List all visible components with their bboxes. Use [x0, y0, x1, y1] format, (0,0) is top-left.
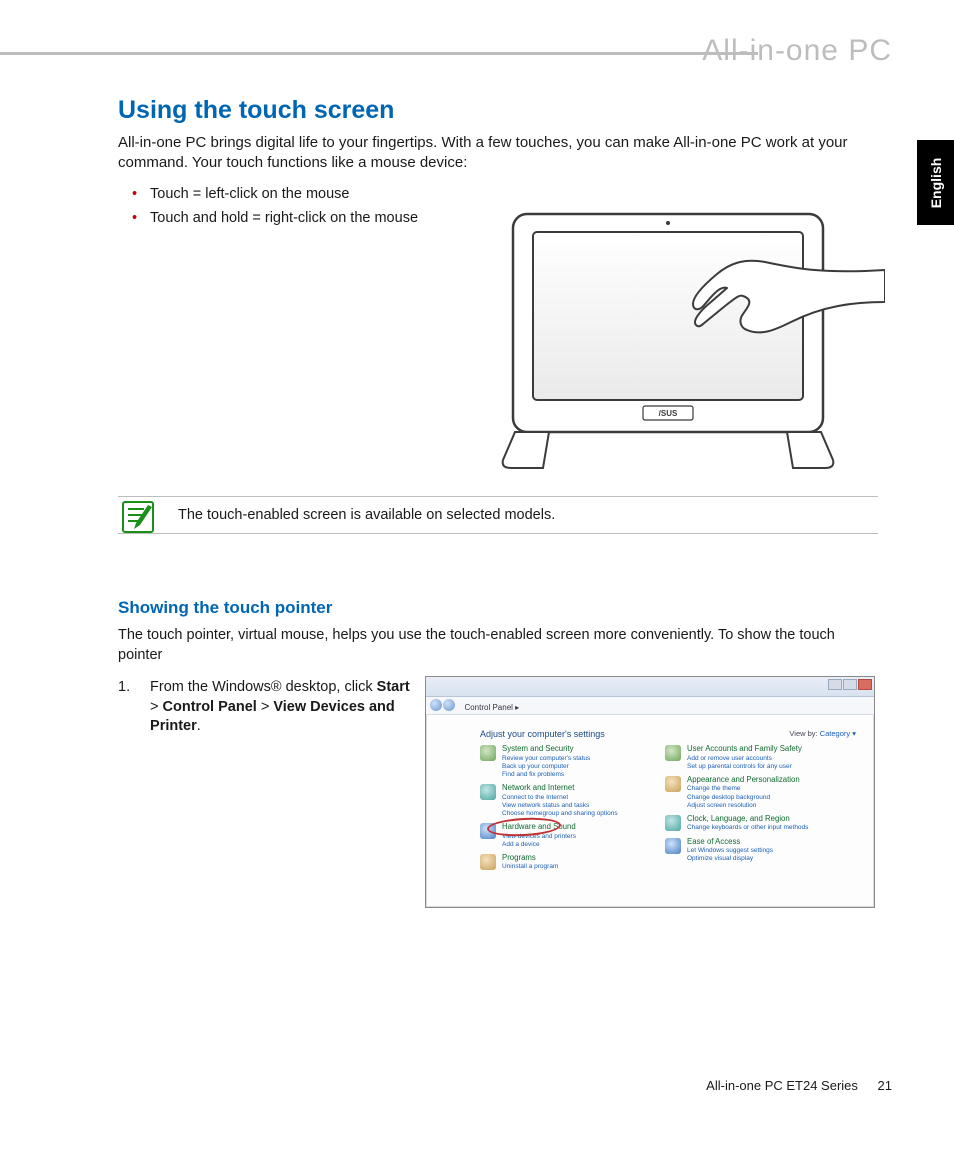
minimize-icon: [828, 679, 842, 690]
cp-category: Network and InternetConnect to the Inter…: [480, 784, 645, 817]
step-number: 1.: [118, 678, 146, 698]
cp-viewby: View by: Category ▾: [789, 729, 856, 738]
section-title: Using the touch screen: [118, 96, 878, 125]
cp-category: User Accounts and Family SafetyAdd or re…: [665, 745, 830, 770]
header-rule: [0, 52, 758, 55]
cp-category-link: View network status and tasks: [502, 802, 618, 809]
cp-category-link: Change keyboards or other input methods: [687, 824, 808, 831]
svg-text:/SUS: /SUS: [659, 409, 678, 418]
cp-category-title: Appearance and Personalization: [687, 776, 800, 785]
cp-category: Clock, Language, and RegionChange keyboa…: [665, 815, 830, 832]
step-bold: Start: [377, 679, 410, 695]
cp-category-link: Adjust screen resolution: [687, 802, 800, 809]
language-tab: English: [917, 140, 954, 225]
note-text: The touch-enabled screen is available on…: [178, 505, 878, 525]
close-icon: [858, 679, 872, 690]
cp-category-icon: [480, 854, 496, 870]
maximize-icon: [843, 679, 857, 690]
step-text: From the Windows® desktop, click: [150, 679, 377, 695]
cp-category-link: Change the theme: [687, 785, 800, 792]
step-sep: >: [150, 699, 163, 715]
cp-category-title: Network and Internet: [502, 784, 618, 793]
touchscreen-illustration: /SUS: [493, 206, 885, 491]
header-product-line: All-in-one PC: [702, 34, 892, 68]
step-text: .: [197, 718, 201, 734]
nav-back-icon: [430, 699, 442, 711]
cp-category-link: Back up your computer: [502, 763, 590, 770]
cp-category-link: Let Windows suggest settings: [687, 847, 773, 854]
page-footer: All-in-one PC ET24 Series 21: [706, 1078, 892, 1093]
cp-category-link: Optimize visual display: [687, 855, 773, 862]
subsection-intro: The touch pointer, virtual mouse, helps …: [118, 626, 878, 665]
cp-category-title: User Accounts and Family Safety: [687, 745, 802, 754]
breadcrumb: Control Panel ▸: [464, 703, 519, 712]
window-titlebar: [426, 677, 874, 697]
step-bold: Control Panel: [163, 699, 257, 715]
step-1: 1. From the Windows® desktop, click Star…: [118, 678, 418, 737]
bullet-item: Touch = left-click on the mouse: [132, 182, 878, 207]
cp-category: ProgramsUninstall a program: [480, 854, 645, 871]
cp-category-link: Uninstall a program: [502, 863, 558, 870]
cp-category-link: Change desktop background: [687, 794, 800, 801]
cp-category-icon: [665, 776, 681, 792]
subsection-title: Showing the touch pointer: [118, 598, 332, 618]
cp-category-link: Choose homegroup and sharing options: [502, 810, 618, 817]
cp-category-title: Programs: [502, 854, 558, 863]
cp-category-title: System and Security: [502, 745, 590, 754]
cp-category-icon: [480, 784, 496, 800]
step-sep: >: [257, 699, 274, 715]
cp-category: System and SecurityReview your computer'…: [480, 745, 645, 778]
cp-category-link: Add or remove user accounts: [687, 755, 802, 762]
cp-category-link: Set up parental controls for any user: [687, 763, 802, 770]
cp-category-title: Ease of Access: [687, 838, 773, 847]
cp-category-link: Connect to the Internet: [502, 794, 618, 801]
cp-category-icon: [480, 745, 496, 761]
note-icon: [122, 501, 154, 533]
footer-model: All-in-one PC ET24 Series: [706, 1078, 858, 1093]
cp-category: Ease of AccessLet Windows suggest settin…: [665, 838, 830, 863]
language-label: English: [928, 157, 944, 208]
control-panel-screenshot: Control Panel ▸ Adjust your computer's s…: [425, 676, 875, 908]
cp-category-icon: [665, 815, 681, 831]
window-nav-bar: Control Panel ▸: [426, 697, 874, 715]
cp-category: Appearance and PersonalizationChange the…: [665, 776, 830, 809]
cp-category-title: Clock, Language, and Region: [687, 815, 808, 824]
note-block: The touch-enabled screen is available on…: [118, 496, 878, 534]
section-intro: All-in-one PC brings digital life to you…: [118, 133, 858, 174]
nav-fwd-icon: [443, 699, 455, 711]
cp-category-link: Review your computer's status: [502, 755, 590, 762]
footer-page-number: 21: [878, 1078, 892, 1093]
cp-category-icon: [665, 745, 681, 761]
cp-category-link: Add a device: [502, 841, 576, 848]
cp-category-icon: [665, 838, 681, 854]
cp-category-link: Find and fix problems: [502, 771, 590, 778]
